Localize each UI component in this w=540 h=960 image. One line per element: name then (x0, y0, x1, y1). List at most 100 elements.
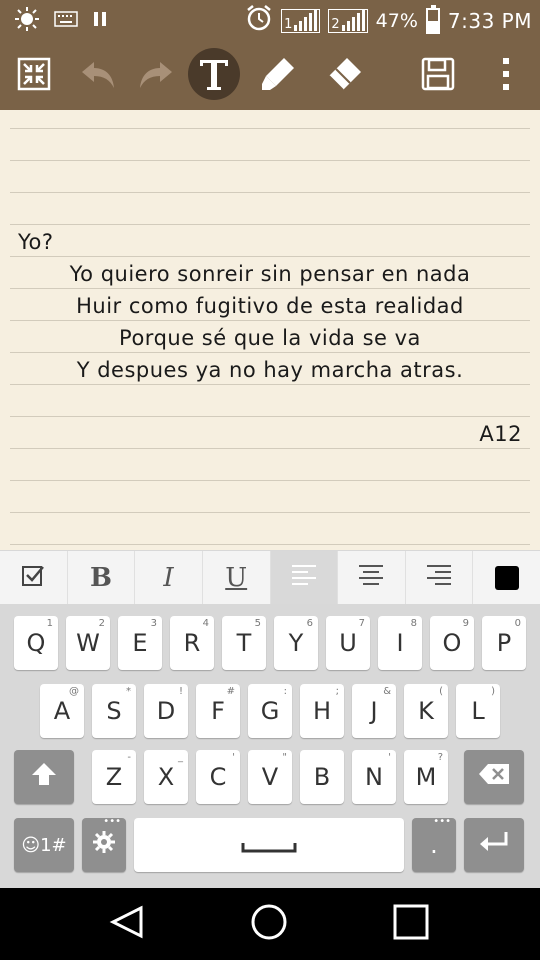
space-key[interactable] (134, 818, 404, 872)
clock: 7:33 PM (447, 8, 532, 33)
collapse-button[interactable] (8, 48, 60, 100)
backspace-key[interactable] (464, 750, 524, 804)
symbols-key[interactable]: ☺1# (14, 818, 74, 872)
more-vert-icon (501, 56, 511, 92)
period-key[interactable]: ••• . (412, 816, 456, 872)
eraser-button[interactable] (318, 48, 370, 100)
italic-button[interactable]: I (135, 551, 203, 605)
keyboard-icon (54, 11, 78, 31)
redo-icon (136, 58, 176, 90)
key-h[interactable]: ; H (300, 684, 344, 738)
key-hint: 2 (98, 618, 105, 629)
align-left-icon (291, 563, 317, 593)
key-label: G (260, 697, 280, 725)
key-hint: ) (491, 686, 495, 697)
note-text-line[interactable]: Yo? (0, 230, 540, 254)
key-p[interactable]: 0P (482, 616, 526, 670)
note-canvas[interactable]: Yo? Yo quiero sonreir sin pensar en nada… (0, 110, 540, 550)
key-f[interactable]: # F (196, 684, 240, 738)
note-text-line[interactable]: Porque sé que la vida se va (0, 326, 540, 350)
key-c[interactable]: ' C (196, 750, 240, 804)
key-u[interactable]: 7U (326, 616, 370, 670)
back-icon (109, 904, 145, 944)
key-b[interactable]: B (300, 750, 344, 804)
text-color-button[interactable] (473, 551, 540, 605)
enter-icon (478, 830, 510, 860)
format-bar: B I U (0, 550, 540, 605)
key-z[interactable]: -Z (92, 750, 136, 804)
align-center-button[interactable] (338, 551, 406, 605)
note-text-line[interactable]: A12 (0, 422, 540, 446)
backspace-icon (478, 763, 510, 791)
key-t[interactable]: 5T (222, 616, 266, 670)
italic-label: I (163, 563, 174, 593)
ruled-line (10, 384, 530, 385)
signal-sim1-icon: 1 (281, 8, 321, 33)
key-hint: 3 (150, 618, 157, 629)
checkbox-button[interactable] (0, 551, 68, 605)
key-l[interactable]: ) L (456, 684, 500, 738)
key-label: X (157, 763, 175, 791)
align-right-button[interactable] (406, 551, 474, 605)
key-o[interactable]: 9O (430, 616, 474, 670)
key-e[interactable]: 3E (118, 616, 162, 670)
key-hint: - (127, 752, 131, 763)
note-text-line[interactable]: Huir como fugitivo de esta realidad (0, 294, 540, 318)
collapse-icon (16, 56, 52, 92)
key-v[interactable]: " V (248, 750, 292, 804)
key-g[interactable]: :G (248, 684, 292, 738)
key-k[interactable]: (K (404, 684, 448, 738)
note-text-line[interactable]: Y despues ya no hay marcha atras. (0, 358, 540, 382)
text-tool-button[interactable] (188, 48, 240, 100)
key-label: K (418, 697, 434, 725)
key-hint: 0 (514, 618, 521, 629)
redo-button[interactable] (130, 48, 182, 100)
key-w[interactable]: 2W (66, 616, 110, 670)
key-a[interactable]: @ A (40, 684, 84, 738)
key-m[interactable]: ? M (404, 750, 448, 804)
save-button[interactable] (412, 48, 464, 100)
ruled-line (10, 352, 530, 353)
key-j[interactable]: & J (352, 684, 396, 738)
recents-button[interactable] (386, 902, 436, 946)
key-x[interactable]: _ X (144, 750, 188, 804)
ruled-line (10, 448, 530, 449)
brightness-icon (14, 6, 40, 36)
undo-button[interactable] (72, 48, 124, 100)
more-hint: ••• (433, 816, 451, 827)
key-label: N (365, 763, 383, 791)
key-q[interactable]: 1Q (14, 616, 58, 670)
key-r[interactable]: 4R (170, 616, 214, 670)
key-y[interactable]: 6Y (274, 616, 318, 670)
back-button[interactable] (102, 902, 152, 946)
highlighter-button[interactable] (252, 48, 304, 100)
underline-button[interactable]: U (203, 551, 271, 605)
key-hint: 4 (202, 618, 209, 629)
settings-key[interactable]: ••• (82, 816, 126, 872)
note-text-line[interactable]: Yo quiero sonreir sin pensar en nada (0, 262, 540, 286)
key-n[interactable]: ' N (352, 750, 396, 804)
align-left-button[interactable] (270, 551, 339, 605)
ruled-line (10, 480, 530, 481)
key-hint: ; (335, 686, 339, 697)
key-label: C (209, 763, 227, 791)
key-label: Y (288, 629, 304, 657)
more-options-button[interactable] (480, 48, 532, 100)
key-d[interactable]: ! D (144, 684, 188, 738)
sim1-label: 1 (284, 16, 293, 32)
key-i[interactable]: 8I (378, 616, 422, 670)
more-hint: ••• (103, 816, 121, 827)
home-button[interactable] (244, 902, 294, 946)
ruled-line (10, 320, 530, 321)
enter-key[interactable] (464, 818, 524, 872)
key-hint: ' (388, 752, 391, 763)
shift-key[interactable] (14, 750, 74, 804)
bold-button[interactable]: B (68, 551, 136, 605)
bold-label: B (89, 563, 112, 593)
key-label: Z (105, 763, 123, 791)
ruled-line (10, 192, 530, 193)
key-label: O (442, 629, 462, 657)
pause-icon (92, 11, 108, 31)
gear-icon (92, 830, 116, 860)
key-s[interactable]: * S (92, 684, 136, 738)
